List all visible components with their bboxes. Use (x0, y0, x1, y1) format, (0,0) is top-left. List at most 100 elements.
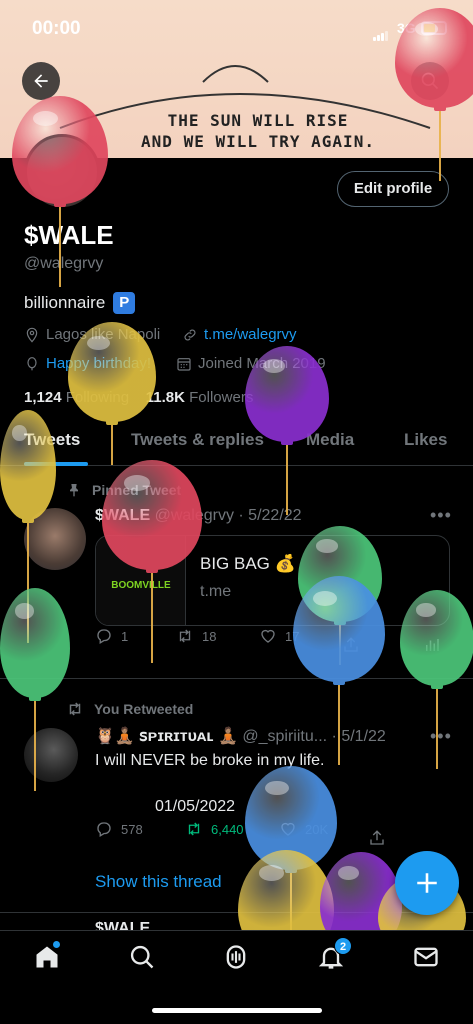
nav-home[interactable] (33, 941, 61, 971)
tweet-author[interactable]: 🦉🧘🏽 ꜱᴘɪʀɪᴛᴜᴀʟ 🧘🏽 (95, 728, 238, 745)
tweet-handle: @walegrvy (154, 507, 234, 524)
balloon-decoration (245, 766, 337, 933)
profile-avatar[interactable] (24, 134, 100, 210)
retweet-button[interactable]: 18 (176, 627, 216, 645)
pinned-context: Pinned Tweet (66, 482, 181, 498)
like-button[interactable]: 20K (279, 820, 328, 838)
heart-icon (281, 822, 295, 836)
tweet-divider (0, 678, 473, 679)
banner-quote-line2: AND WE WILL TRY AGAIN. (141, 132, 375, 151)
tweet-date: · 5/1/22 (331, 728, 386, 745)
banner-quote-line1: THE SUN WILL RISE (167, 111, 349, 130)
tweet-author[interactable]: $WALE (95, 507, 150, 524)
envelope-icon (414, 947, 438, 967)
profile-joined: Joined March 2019 (176, 355, 326, 372)
card-thumbnail: BOOMVILLE (96, 536, 186, 625)
link-icon (184, 329, 196, 340)
tweet-date-text: 01/05/2022 (155, 798, 236, 815)
following-link[interactable]: 1,124 Following (24, 389, 129, 406)
birthday-text[interactable]: Happy birthday! (46, 355, 151, 372)
reply-button[interactable]: 578 (95, 820, 143, 838)
profile-bio: billionnaire P (24, 292, 136, 314)
heart-icon (261, 629, 275, 643)
profile-link[interactable]: t.me/walegrvy (182, 326, 297, 343)
analytics-button[interactable] (423, 636, 441, 659)
bio-text: billionnaire (24, 293, 106, 312)
tweet-text: I will NEVER be broke in my life. (95, 752, 325, 769)
arrow-left-icon (34, 74, 48, 88)
reply-icon (97, 822, 111, 837)
reply-count: 578 (121, 821, 143, 837)
nav-search[interactable] (128, 943, 156, 971)
balloon-icon (27, 356, 37, 370)
retweet-button[interactable]: 6,440 (185, 820, 244, 838)
tab-likes[interactable]: Likes (404, 430, 447, 450)
search-button[interactable] (411, 62, 449, 100)
pin-icon (70, 484, 78, 497)
parking-badge-icon: P (113, 292, 136, 314)
like-count: 20K (305, 821, 329, 837)
location-text: Lagos like Napoli (46, 326, 161, 343)
joined-text: Joined March 2019 (198, 355, 326, 372)
tweet-avatar[interactable] (24, 508, 86, 570)
spaces-microphone-icon (226, 945, 246, 969)
retweet-count: 18 (202, 628, 217, 644)
profile-tabs: Tweets Tweets & replies Media Likes (0, 418, 473, 466)
compose-tweet-button[interactable] (395, 851, 459, 915)
followers-label: Followers (189, 389, 254, 406)
analytics-icon (426, 639, 439, 651)
nav-notifications[interactable]: 2 (317, 937, 352, 971)
tweet-header: 🦉🧘🏽 ꜱᴘɪʀɪᴛᴜᴀʟ 🧘🏽 @_spiriitu... · 5/1/22 (95, 726, 386, 746)
tweet-avatar[interactable] (24, 728, 78, 782)
retweet-context-label: You Retweeted (94, 701, 194, 717)
share-icon (344, 637, 358, 652)
more-options-icon[interactable]: ••• (430, 726, 452, 747)
show-thread-link[interactable]: Show this thread (95, 872, 222, 892)
retweet-context: You Retweeted (66, 700, 193, 718)
status-time: 00:00 (32, 18, 81, 39)
followers-count: 11.8K (145, 389, 185, 406)
profile-location: Lagos like Napoli (24, 326, 160, 343)
more-options-icon[interactable]: ••• (430, 505, 452, 526)
retweet-icon (179, 629, 191, 643)
display-name: $WALE (24, 220, 114, 250)
tweet-header: $WALE @walegrvy · 5/22/22 (95, 507, 302, 525)
banner-quote: THE SUN WILL RISE AND WE WILL TRY AGAIN. (88, 110, 428, 152)
active-tab-indicator (24, 462, 88, 466)
pinned-label: Pinned Tweet (92, 482, 182, 498)
search-icon (130, 945, 154, 969)
network-type: 3G (397, 20, 416, 36)
nav-messages[interactable] (412, 943, 440, 971)
tweet-date: · 5/22/22 (238, 507, 302, 524)
link-text[interactable]: t.me/walegrvy (204, 326, 297, 343)
tab-tweets[interactable]: Tweets (24, 430, 80, 450)
link-card[interactable]: BOOMVILLE BIG BAG 💰 t.me (95, 535, 450, 626)
search-icon (421, 72, 439, 90)
plus-icon (417, 873, 437, 893)
reply-button[interactable]: 1 (95, 627, 128, 645)
tab-media[interactable]: Media (306, 430, 354, 450)
profile-birthday: Happy birthday! (24, 355, 151, 372)
tab-tweets-replies[interactable]: Tweets & replies (131, 430, 264, 450)
user-handle: @walegrvy (24, 255, 104, 272)
share-button[interactable] (342, 636, 360, 659)
nav-spaces[interactable] (222, 943, 250, 971)
share-button[interactable] (368, 829, 386, 852)
share-icon (370, 830, 384, 845)
tweet-divider (0, 912, 473, 913)
signal-icon (373, 23, 389, 41)
following-label: Following (65, 389, 130, 406)
notification-badge: 2 (334, 937, 352, 955)
retweet-icon (69, 702, 81, 716)
calendar-icon (177, 357, 191, 371)
retweet-icon (188, 822, 200, 836)
edit-profile-button[interactable]: Edit profile (337, 171, 449, 207)
card-title: BIG BAG 💰 (200, 554, 296, 573)
tweet-handle: @_spiriitu... (242, 728, 328, 745)
followers-link[interactable]: 11.8K Followers (146, 389, 254, 406)
battery-icon (421, 21, 447, 35)
back-button[interactable] (22, 62, 60, 100)
home-new-dot (53, 941, 60, 948)
like-count: 17 (285, 628, 300, 644)
like-button[interactable]: 17 (259, 627, 299, 645)
